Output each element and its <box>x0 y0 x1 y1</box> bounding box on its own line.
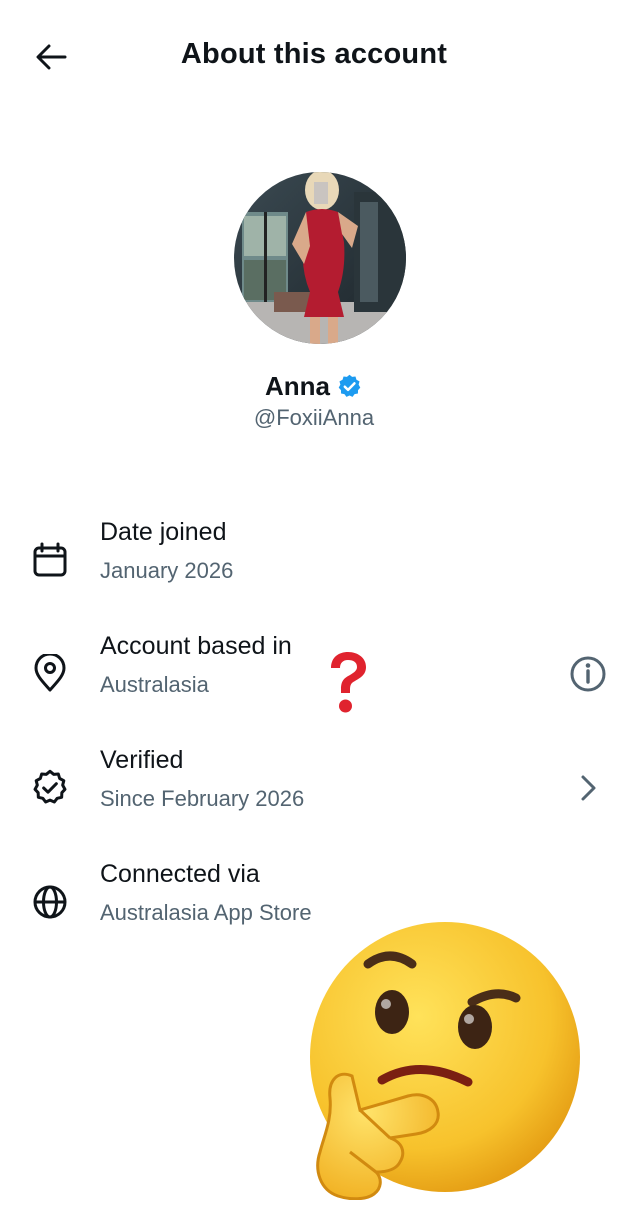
verified-badge-icon <box>336 373 363 400</box>
chevron-right-icon <box>581 775 596 801</box>
top-bar: About this account <box>0 0 628 116</box>
info-button[interactable] <box>568 654 608 694</box>
profile-photo <box>234 172 406 344</box>
verified-check-icon <box>30 768 70 808</box>
profile-handle: @FoxiiAnna <box>253 405 375 430</box>
detail-value: January 2026 <box>100 558 234 583</box>
calendar-icon <box>30 540 70 580</box>
detail-row-date-joined: Date joined January 2026 <box>0 518 628 614</box>
detail-label: Connected via <box>100 860 260 888</box>
red-question-mark <box>323 650 373 716</box>
detail-label: Account based in <box>100 632 292 660</box>
info-icon <box>570 656 606 692</box>
detail-row-account-based-in: Account based in Australasia <box>0 632 628 728</box>
detail-value: Since February 2026 <box>100 786 305 811</box>
location-pin-icon <box>30 652 70 694</box>
thinking-face-emoji <box>290 920 580 1201</box>
page-title: About this account <box>180 38 448 70</box>
detail-row-verified[interactable]: Verified Since February 2026 <box>0 746 628 842</box>
display-name: Anna <box>265 371 330 401</box>
profile-name-row: Anna <box>0 371 628 402</box>
avatar[interactable] <box>234 172 406 344</box>
detail-value: Australasia App Store <box>100 900 312 925</box>
detail-label: Date joined <box>100 518 227 546</box>
globe-icon <box>30 882 70 922</box>
detail-label: Verified <box>100 746 184 774</box>
detail-value: Australasia <box>100 672 209 697</box>
verified-chevron-button[interactable] <box>568 768 608 808</box>
